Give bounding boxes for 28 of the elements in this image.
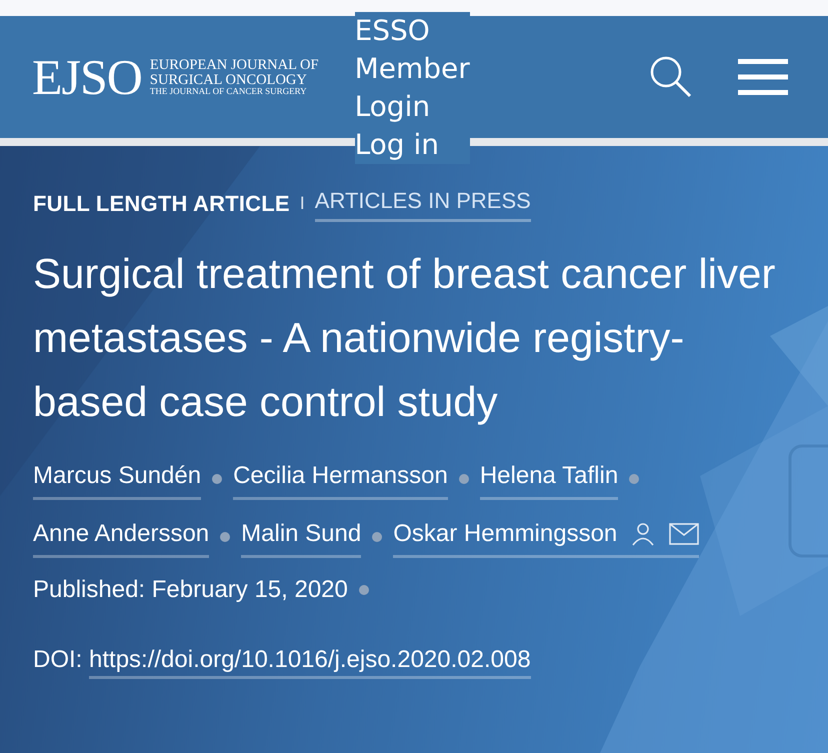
article-title: Surgical treatment of breast cancer liver metastases - A nationwide registry-based case control study (33, 249, 776, 427)
logo-text: EUROPEAN JOURNAL OF (150, 58, 319, 72)
section-link[interactable]: ARTICLES IN PRESS (314, 184, 531, 222)
separator-dot (372, 532, 382, 542)
doi-label: DOI: (33, 646, 82, 673)
article-type: FULL LENGTH ARTICLE (33, 190, 290, 218)
person-icon (631, 522, 656, 546)
author-link[interactable]: Anne Andersson (33, 516, 210, 558)
logo-text: SURGICAL ONCOLOGY (150, 72, 308, 87)
member-login-link[interactable]: ESSO Member Login Log in (354, 12, 470, 164)
logo-text: THE JOURNAL OF CANCER SURGERY (150, 87, 308, 96)
separator-dot (212, 474, 222, 484)
author-link[interactable]: Helena Taflin (480, 458, 618, 500)
author-link[interactable]: Cecilia Hermansson (233, 458, 448, 500)
author-link[interactable]: Oskar Hemmingsson (393, 516, 700, 558)
mail-icon[interactable] (669, 523, 700, 545)
author-link[interactable]: Malin Sund (241, 516, 362, 558)
separator-dot (458, 474, 469, 484)
logo-mark[interactable]: EJSO (32, 52, 142, 102)
doi-link[interactable]: https://doi.org/10.1016/j.ejso.2020.02.008 (89, 646, 531, 679)
separator-dot (358, 585, 369, 595)
search-icon[interactable] (650, 56, 692, 98)
menu-icon[interactable] (738, 59, 788, 95)
author-link[interactable]: Marcus Sundén (33, 458, 202, 500)
separator: I (300, 192, 305, 214)
published-date: Published: February 15, 2020 (33, 575, 348, 605)
separator-dot (220, 532, 230, 542)
separator-dot (629, 474, 640, 484)
